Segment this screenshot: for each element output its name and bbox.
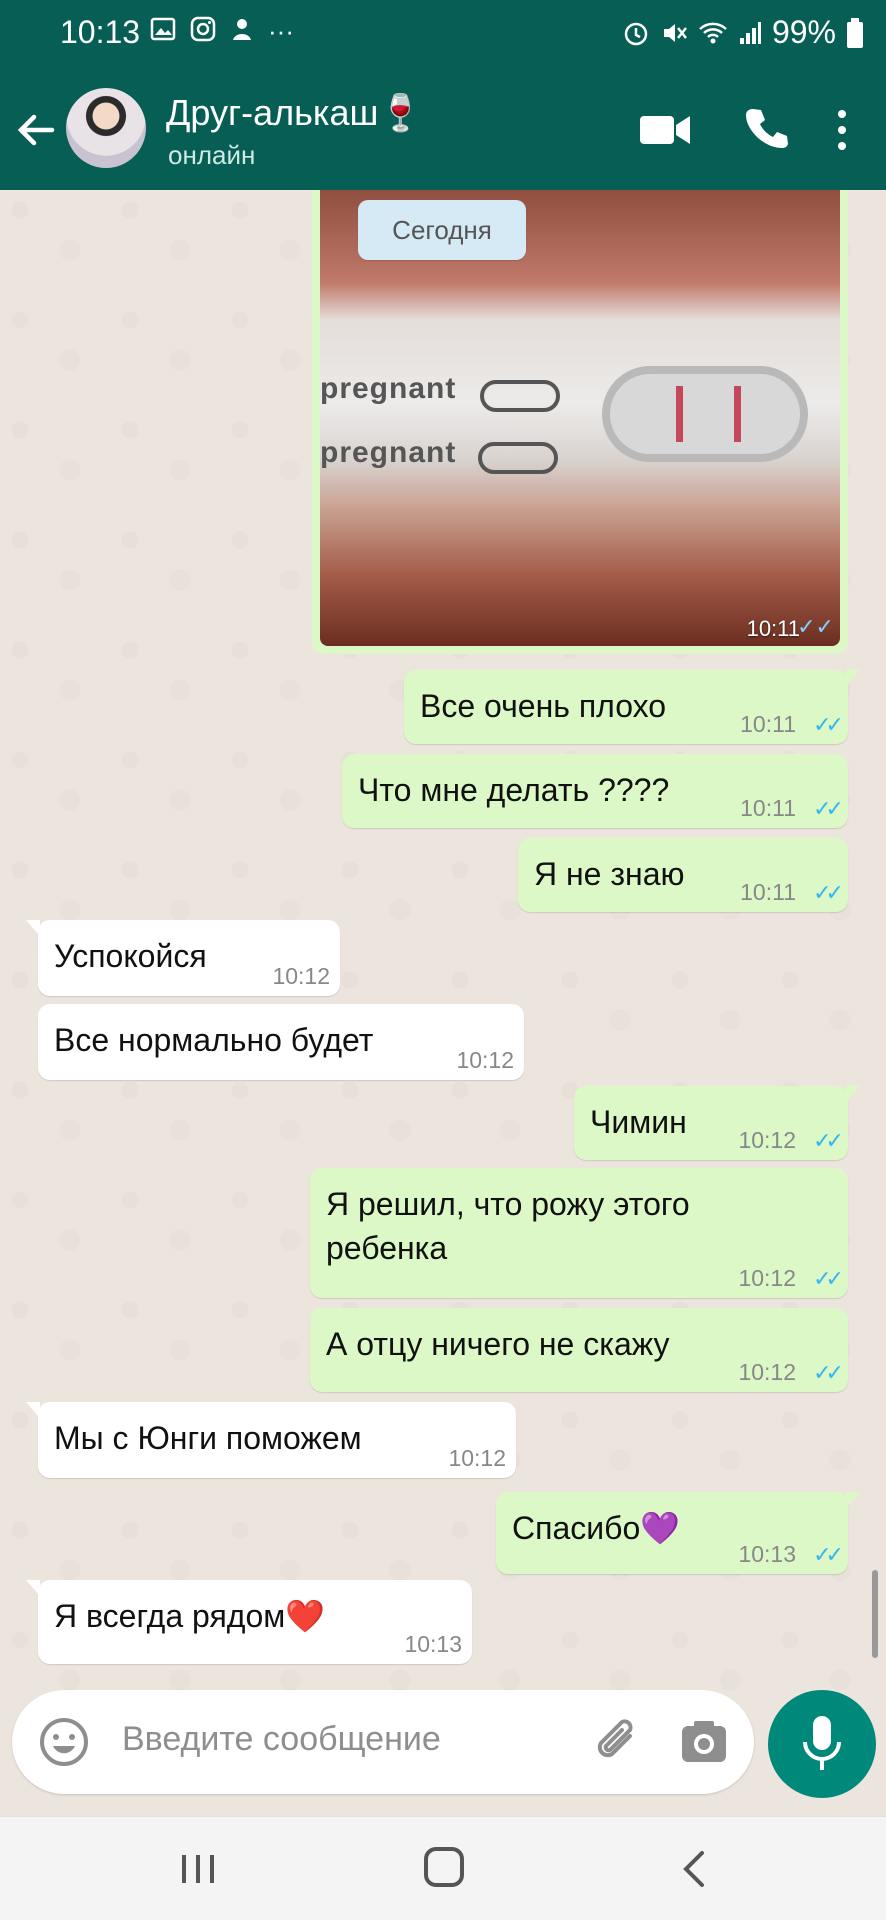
chat-header: Друг-алькаш🍷 онлайн: [0, 68, 886, 190]
incoming-message[interactable]: Я всегда рядом❤️ 10:13: [26, 1580, 472, 1664]
overflow-menu-icon[interactable]: [832, 108, 852, 152]
read-ticks-icon: ✓✓: [813, 1542, 844, 1567]
test-line: [734, 386, 741, 442]
message-time: 10:11: [740, 711, 796, 737]
battery-icon: [847, 17, 863, 48]
system-nav-bar: [0, 1816, 886, 1920]
bubble-tail: [26, 1580, 40, 1596]
status-time: 10:13: [60, 14, 141, 50]
back-arrow-icon[interactable]: [14, 108, 58, 152]
message-time: 10:12: [456, 1047, 514, 1073]
photo-text-line1: pregnant: [320, 372, 457, 405]
bubble-tail: [26, 1402, 40, 1418]
message-time: 10:11: [740, 879, 796, 905]
message-text: Я не знаю: [534, 856, 685, 892]
voice-message-button[interactable]: [768, 1690, 876, 1798]
status-system-icons: 99%: [622, 14, 864, 51]
nav-back-icon[interactable]: [678, 1849, 708, 1889]
test-symbol: [478, 442, 558, 474]
read-ticks-icon: ✓✓: [813, 1360, 844, 1385]
alarm-icon: [624, 22, 648, 45]
message-time: 10:12: [272, 963, 330, 989]
incoming-message[interactable]: Мы с Юнги поможем 10:12: [26, 1402, 516, 1478]
read-ticks-icon: ✓✓: [797, 614, 834, 639]
message-time: 10:13: [738, 1541, 796, 1567]
date-separator: Сегодня: [358, 200, 526, 260]
chat-area[interactable]: pregnant pregnant 10:11 ✓✓ Сегодня Все о…: [0, 190, 886, 1690]
message-text: Спасибо💜: [512, 1510, 681, 1546]
status-bar: 10:13 ··· 99%: [0, 0, 886, 68]
message-time: 10:12: [738, 1127, 796, 1153]
microphone-icon: [803, 1716, 841, 1770]
message-input[interactable]: Введите сообщение: [122, 1720, 441, 1759]
instagram-icon: [190, 16, 216, 42]
contact-name[interactable]: Друг-алькаш🍷: [166, 92, 423, 134]
gallery-icon: [150, 17, 176, 41]
outgoing-message[interactable]: А отцу ничего не скажу 10:12 ✓✓: [310, 1308, 848, 1392]
message-text: Успокойся: [54, 938, 207, 974]
message-text: Я всегда рядом❤️: [54, 1598, 326, 1634]
attach-icon[interactable]: [590, 1714, 646, 1770]
outgoing-message[interactable]: Чимин 10:12 ✓✓: [574, 1086, 860, 1160]
message-text: Я решил, что рожу этого ребенка: [326, 1186, 690, 1266]
signal-icon: [739, 21, 761, 44]
incoming-message[interactable]: Успокойся 10:12: [26, 920, 340, 996]
bubble-tail: [26, 920, 40, 936]
message-time: 10:12: [738, 1359, 796, 1385]
message-text: Мы с Юнги поможем: [54, 1420, 362, 1456]
home-icon[interactable]: [424, 1847, 464, 1887]
mute-icon: [663, 23, 687, 42]
phone-call-icon[interactable]: [744, 106, 788, 150]
message-input-box[interactable]: Введите сообщение: [12, 1690, 754, 1794]
test-line: [676, 386, 683, 442]
video-call-icon[interactable]: [640, 112, 690, 146]
avatar[interactable]: [66, 88, 146, 168]
scrollbar[interactable]: [872, 1570, 878, 1658]
message-time: 10:12: [738, 1265, 796, 1291]
message-text: Чимин: [590, 1104, 687, 1140]
message-time: 10:12: [448, 1445, 506, 1471]
message-time: 10:11: [740, 795, 796, 821]
photo-text-line2: pregnant: [320, 436, 457, 469]
read-ticks-icon: ✓✓: [813, 1128, 844, 1153]
message-time: 10:13: [404, 1631, 462, 1657]
outgoing-message[interactable]: Я решил, что рожу этого ребенка 10:12 ✓✓: [310, 1168, 848, 1298]
recent-apps-icon[interactable]: [180, 1853, 216, 1885]
bubble-tail: [846, 1492, 860, 1508]
status-notification-icons: ···: [150, 16, 294, 47]
test-symbol: [480, 380, 560, 412]
app-icon: [233, 19, 251, 40]
message-text: Все очень плохо: [420, 688, 667, 724]
read-ticks-icon: ✓✓: [813, 712, 844, 737]
wifi-icon: [699, 22, 727, 43]
message-text: Что мне делать ????: [358, 772, 670, 808]
contact-status: онлайн: [168, 140, 256, 170]
incoming-message[interactable]: Все нормально будет 10:12: [38, 1004, 524, 1080]
message-text: Все нормально будет: [54, 1022, 374, 1058]
more-icon: ···: [268, 16, 294, 46]
bubble-tail: [846, 1086, 860, 1102]
read-ticks-icon: ✓✓: [813, 880, 844, 905]
outgoing-message[interactable]: Я не знаю 10:11 ✓✓: [518, 838, 848, 912]
read-ticks-icon: ✓✓: [813, 796, 844, 821]
outgoing-message[interactable]: Что мне делать ???? 10:11 ✓✓: [342, 754, 848, 828]
battery-percent: 99%: [771, 14, 836, 50]
outgoing-message[interactable]: Спасибо💜 10:13 ✓✓: [496, 1492, 860, 1574]
message-text: А отцу ничего не скажу: [326, 1326, 670, 1362]
test-result-window: [602, 366, 808, 462]
read-ticks-icon: ✓✓: [813, 1266, 844, 1291]
emoji-icon[interactable]: [38, 1716, 90, 1768]
bubble-tail: [846, 670, 860, 686]
message-time: 10:11: [746, 616, 800, 641]
camera-icon[interactable]: [678, 1716, 730, 1768]
outgoing-message[interactable]: Все очень плохо 10:11 ✓✓: [404, 670, 860, 744]
